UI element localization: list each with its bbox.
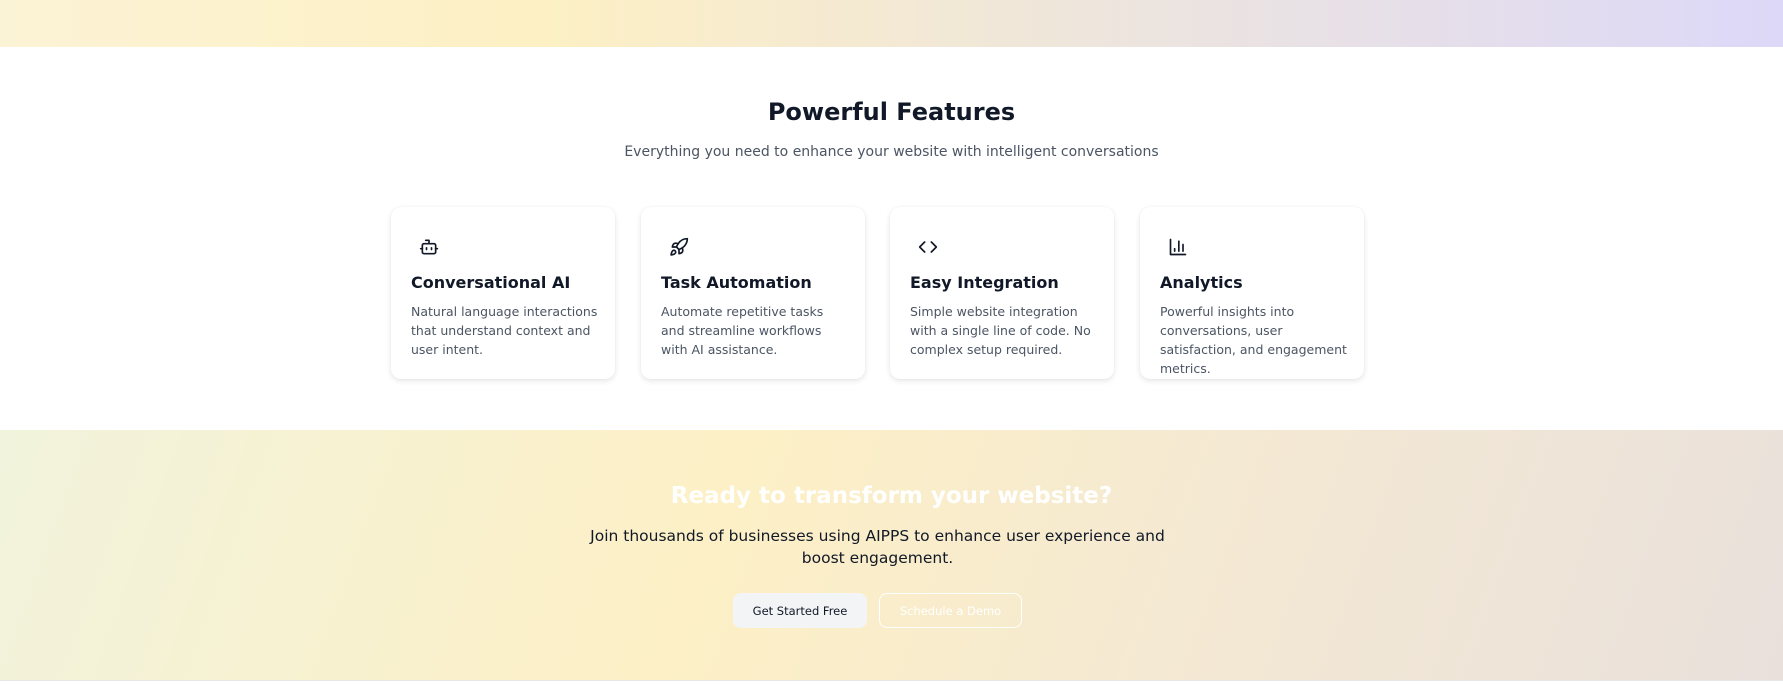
features-subtitle: Everything you need to enhance your webs… [624,144,1159,160]
feature-card-description: Simple website integration with a single… [910,304,1091,357]
feature-card-title: Conversational AI [411,273,571,292]
cta-subtitle: Join thousands of businesses using AIPPS… [590,527,1165,567]
cta-title: Ready to transform your website? [670,483,1113,509]
features-title: Powerful Features [767,98,1016,126]
feature-card-task-automation: Task Automation Automate repetitive task… [641,207,865,379]
bar-chart-icon [1169,238,1187,256]
feature-card-analytics: Analytics Powerful insights into convers… [1140,207,1364,379]
code-icon [918,241,938,253]
feature-card-easy-integration: Easy Integration Simple website integrat… [890,207,1114,379]
feature-card-description: Natural language interactions that under… [411,304,598,357]
feature-card-conversational-ai: Conversational AI Natural language inter… [391,207,615,379]
rocket-icon [670,237,689,256]
feature-card-title: Analytics [1160,273,1243,292]
schedule-demo-button[interactable]: Schedule a Demo [879,593,1022,628]
feature-card-title: Task Automation [661,273,812,292]
feature-card-description: Automate repetitive tasks and streamline… [661,304,824,357]
feature-card-title: Easy Integration [910,273,1059,292]
top-gradient-band [0,0,1783,47]
feature-card-description: Powerful insights into conversations, us… [1160,304,1347,376]
bot-icon [419,239,439,255]
get-started-free-button[interactable]: Get Started Free [733,593,867,628]
cta-section: Ready to transform your website? Join th… [0,430,1783,681]
features-section: Powerful Features Everything you need to… [0,47,1783,430]
